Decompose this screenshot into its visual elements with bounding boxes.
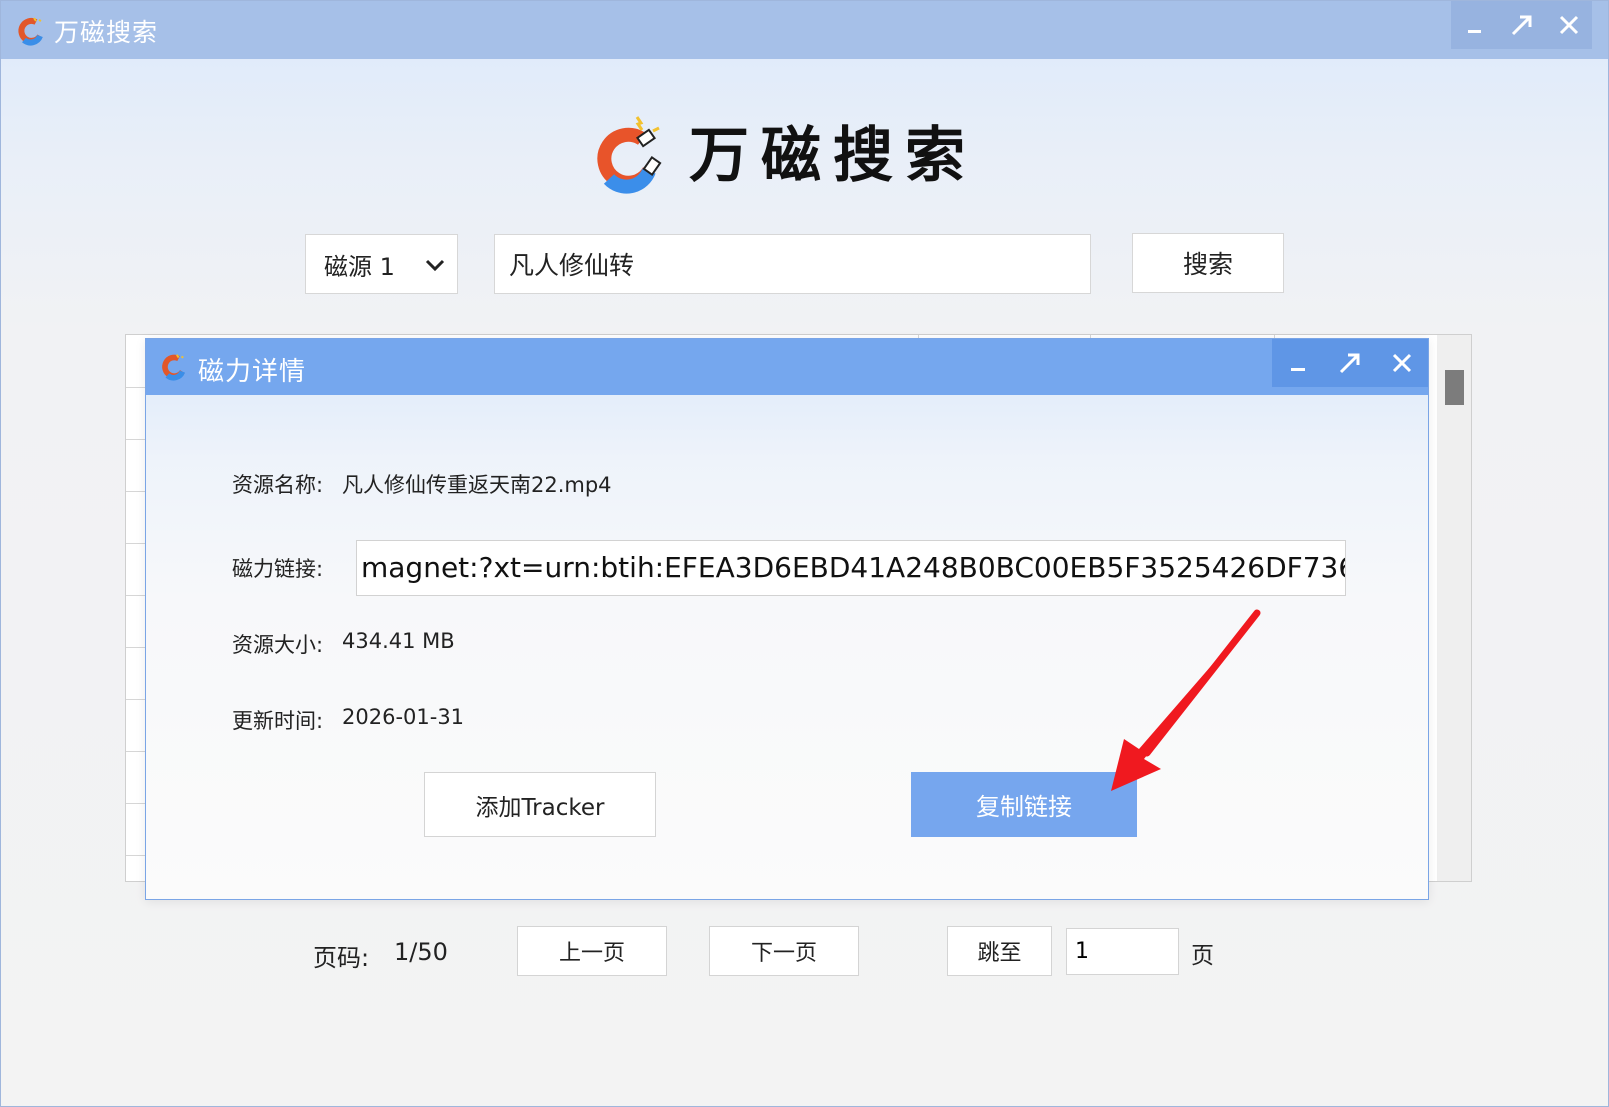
page-number-value: 1/50 — [394, 938, 448, 966]
update-time-value: 2026-01-31 — [342, 705, 465, 729]
table-row-divider — [126, 699, 146, 700]
add-tracker-button[interactable]: 添加Tracker — [424, 772, 656, 837]
table-row-divider — [126, 387, 146, 388]
maximize-icon — [1339, 353, 1360, 374]
app-heading: 万磁搜索 — [689, 121, 977, 191]
magnet-detail-dialog: 磁力详情 资源名称: 凡人修仙传重返天南22.mp4 磁力链接: magnet:… — [145, 338, 1429, 900]
window-controls — [1451, 1, 1592, 49]
resource-name-label: 资源名称: — [232, 473, 324, 497]
page-jump-input[interactable] — [1066, 928, 1179, 975]
resource-size-value: 434.41 MB — [342, 629, 455, 653]
maximize-icon — [1511, 15, 1531, 36]
source-select-value: 磁源 1 — [324, 252, 395, 281]
prev-page-button[interactable]: 上一页 — [517, 926, 667, 976]
dialog-maximize-button[interactable] — [1324, 339, 1376, 387]
dialog-close-button[interactable] — [1376, 339, 1428, 387]
dialog-title-bar[interactable]: 磁力详情 — [146, 339, 1428, 395]
minimize-icon — [1467, 30, 1481, 33]
dialog-window-controls — [1272, 339, 1428, 387]
page-unit-label: 页 — [1191, 943, 1214, 969]
table-row-divider — [126, 751, 146, 752]
search-input[interactable] — [494, 234, 1091, 294]
magnet-link-field[interactable]: magnet:?xt=urn:btih:EFEA3D6EBD41A248B0BC… — [356, 540, 1346, 596]
app-window: 万磁搜索 万磁搜索 磁源 1 搜索 — [0, 0, 1609, 1107]
magnet-link-label: 磁力链接: — [232, 557, 324, 581]
magnet-icon — [162, 354, 186, 381]
table-row-divider — [126, 543, 146, 544]
magnet-logo-icon — [597, 116, 662, 194]
next-page-button[interactable]: 下一页 — [709, 926, 859, 976]
table-row-divider — [126, 855, 146, 856]
table-row-divider — [126, 491, 146, 492]
dialog-title: 磁力详情 — [198, 357, 307, 387]
dialog-minimize-button[interactable] — [1272, 339, 1324, 387]
window-title: 万磁搜索 — [54, 18, 159, 47]
table-row-divider — [126, 803, 146, 804]
table-scrollbar[interactable] — [1437, 335, 1471, 881]
resource-size-label: 资源大小: — [232, 633, 324, 657]
table-row-divider — [126, 595, 146, 596]
minimize-icon — [1291, 368, 1305, 371]
search-button[interactable]: 搜索 — [1132, 233, 1284, 293]
resource-name-value: 凡人修仙传重返天南22.mp4 — [342, 473, 612, 497]
chevron-down-icon — [425, 259, 445, 272]
table-row-divider — [126, 439, 146, 440]
jump-button[interactable]: 跳至 — [947, 926, 1052, 976]
title-bar[interactable]: 万磁搜索 — [1, 1, 1608, 59]
close-icon — [1559, 15, 1578, 35]
magnet-icon — [18, 17, 43, 46]
update-time-label: 更新时间: — [232, 709, 324, 733]
source-select[interactable]: 磁源 1 — [305, 234, 458, 294]
table-row-divider — [126, 647, 146, 648]
close-button[interactable] — [1545, 1, 1592, 49]
copy-link-button[interactable]: 复制链接 — [911, 772, 1137, 837]
maximize-button[interactable] — [1498, 1, 1545, 49]
close-icon — [1392, 353, 1412, 373]
page-number-label: 页码: — [313, 944, 370, 972]
minimize-button[interactable] — [1451, 1, 1498, 49]
scrollbar-thumb[interactable] — [1445, 370, 1464, 405]
